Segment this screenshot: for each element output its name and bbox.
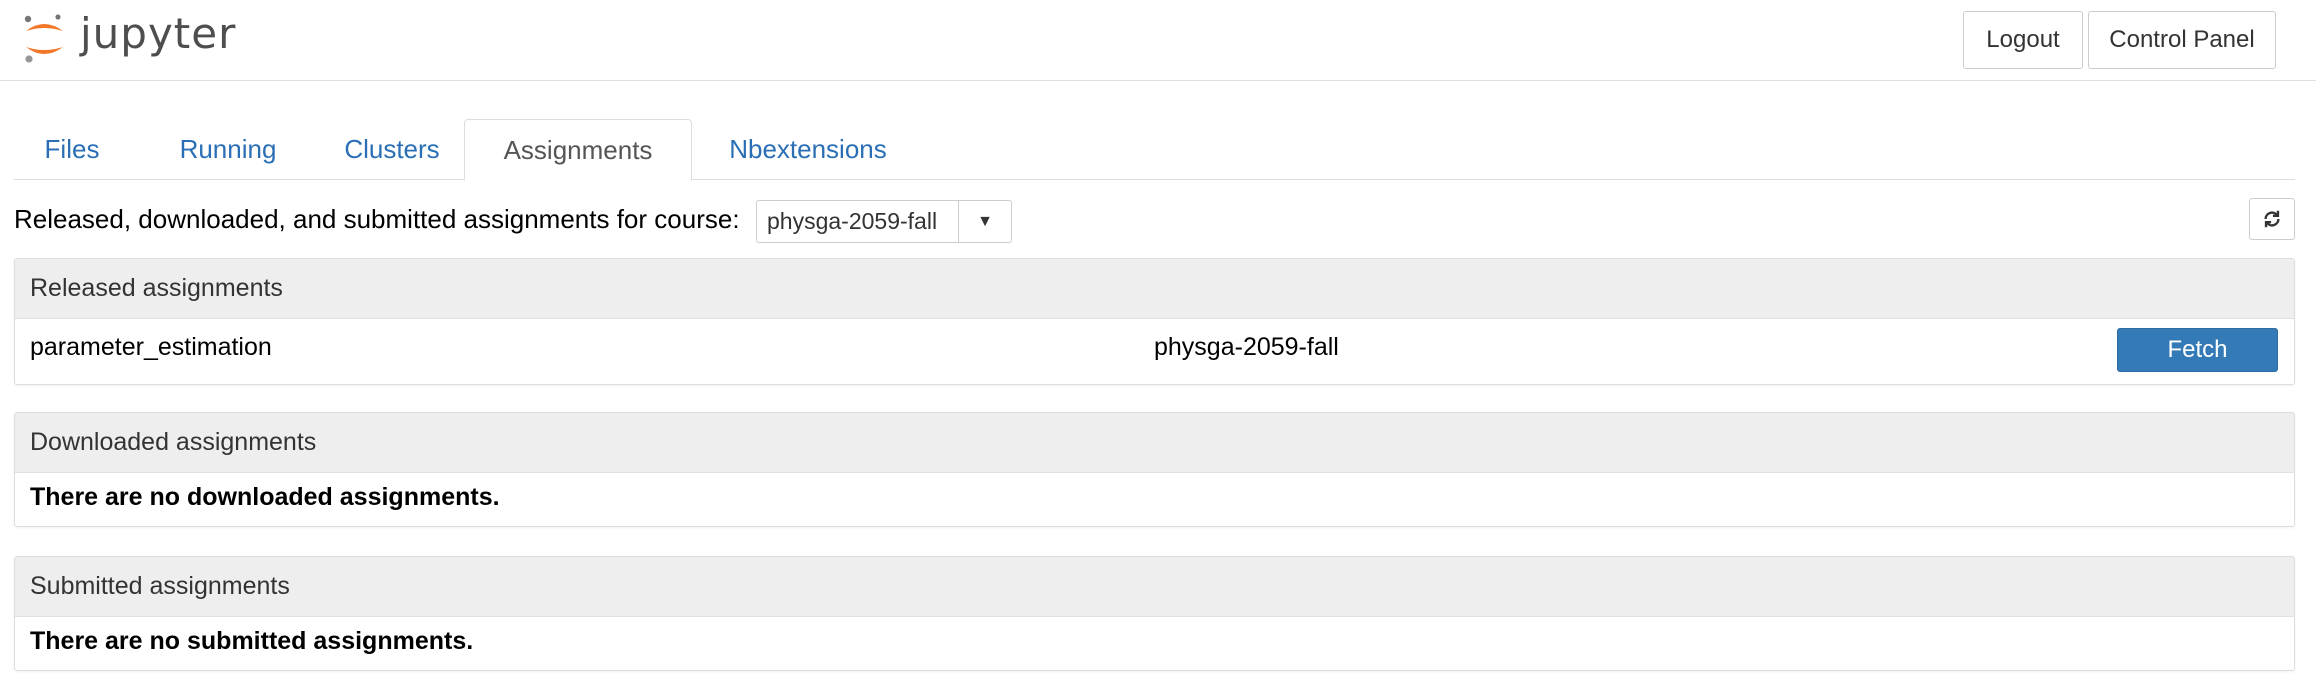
tab-nbextensions[interactable]: Nbextensions <box>708 119 908 180</box>
caret-down-icon[interactable]: ▼ <box>959 201 1011 242</box>
released-assignments-title: Released assignments <box>15 259 2294 319</box>
downloaded-empty-message: There are no downloaded assignments. <box>30 483 500 511</box>
header: jupyter Logout Control Panel <box>0 0 2316 81</box>
tab-assignments[interactable]: Assignments <box>464 119 692 181</box>
released-assignments-panel: Released assignments parameter_estimatio… <box>14 258 2295 385</box>
logout-button[interactable]: Logout <box>1963 11 2083 69</box>
assignment-name: parameter_estimation <box>30 333 272 361</box>
jupyter-logo[interactable]: jupyter <box>22 8 242 68</box>
downloaded-assignments-panel: Downloaded assignments There are no down… <box>14 412 2295 527</box>
tab-running[interactable]: Running <box>150 119 306 180</box>
refresh-button[interactable] <box>2249 198 2295 240</box>
downloaded-assignments-title: Downloaded assignments <box>15 413 2294 473</box>
fetch-button[interactable]: Fetch <box>2117 328 2278 372</box>
assignment-course: physga-2059-fall <box>1154 333 1339 361</box>
course-select-value[interactable]: physga-2059-fall <box>757 201 959 242</box>
tab-bar: Files Running Clusters Assignments Nbext… <box>14 119 2295 181</box>
refresh-icon <box>2264 210 2280 228</box>
submitted-assignments-title: Submitted assignments <box>15 557 2294 617</box>
submitted-assignments-panel: Submitted assignments There are no submi… <box>14 556 2295 671</box>
logo-text: jupyter <box>80 8 237 58</box>
course-selector-row: Released, downloaded, and submitted assi… <box>14 198 2295 244</box>
submitted-empty-message: There are no submitted assignments. <box>30 627 474 655</box>
submitted-empty-row: There are no submitted assignments. <box>15 617 2294 670</box>
tab-clusters[interactable]: Clusters <box>322 119 462 180</box>
downloaded-empty-row: There are no downloaded assignments. <box>15 473 2294 526</box>
course-select[interactable]: physga-2059-fall ▼ <box>756 200 1012 243</box>
course-label: Released, downloaded, and submitted assi… <box>14 204 740 234</box>
jupyter-logo-icon <box>24 14 63 63</box>
table-row: parameter_estimation physga-2059-fall Fe… <box>15 319 2294 379</box>
tab-files[interactable]: Files <box>14 119 130 180</box>
control-panel-button[interactable]: Control Panel <box>2088 11 2276 69</box>
